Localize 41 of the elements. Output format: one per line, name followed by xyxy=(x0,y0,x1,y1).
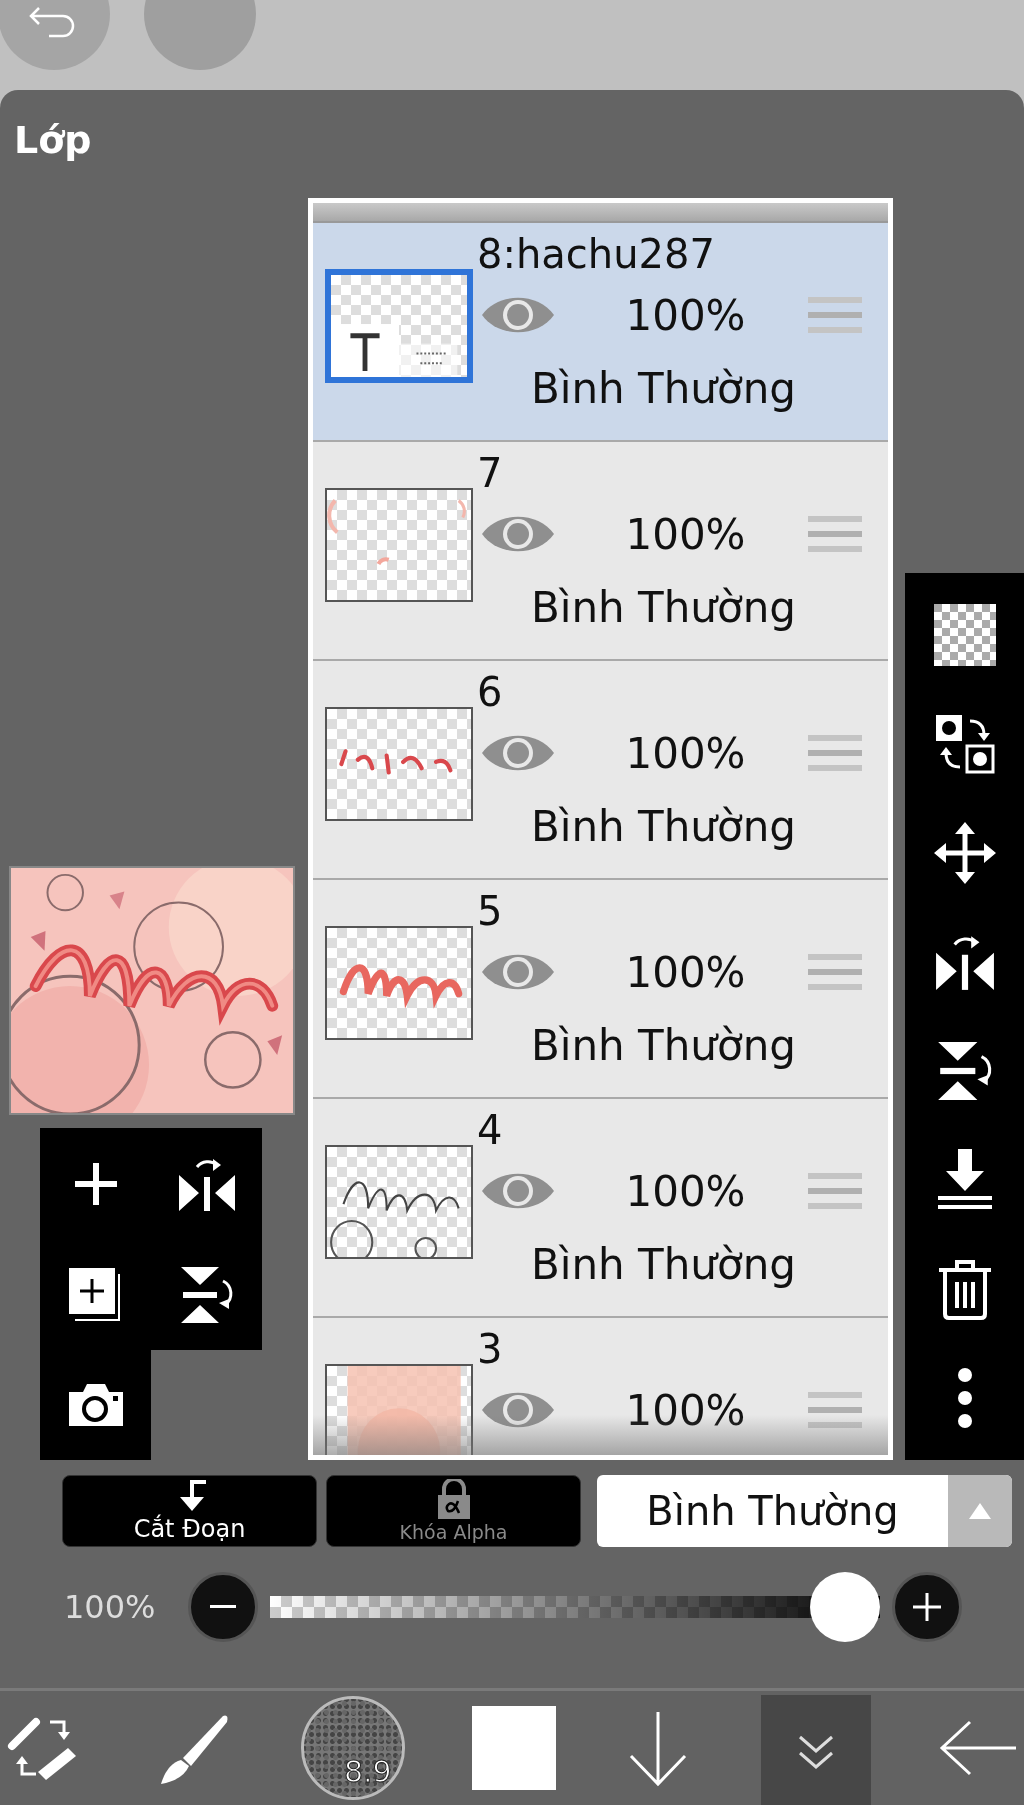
minus-icon xyxy=(210,1605,236,1609)
drag-handle-icon[interactable] xyxy=(808,1390,862,1430)
layer-opacity: 100% xyxy=(625,1166,746,1216)
drag-handle-icon[interactable] xyxy=(808,295,862,335)
layer-name: 8:hachu287 xyxy=(476,231,716,277)
layer-opacity: 100% xyxy=(625,290,746,340)
up-triangle-icon xyxy=(968,1501,992,1521)
layer-name: 4 xyxy=(476,1107,504,1153)
blend-mode-dropdown[interactable]: Bình Thường xyxy=(597,1475,1012,1547)
panel-title: Lớp xyxy=(14,118,92,162)
swap-layers-icon[interactable] xyxy=(933,713,996,776)
back-arrow-icon[interactable] xyxy=(937,1718,1018,1778)
clipping-button[interactable]: Cắt Đoạn xyxy=(62,1475,317,1547)
layer-blend-mode: Bình Thường xyxy=(531,363,796,413)
camera-button[interactable] xyxy=(40,1350,151,1460)
trash-icon[interactable] xyxy=(936,1257,993,1320)
layer-row[interactable]: 8:hachu287 100% Bình Thường xyxy=(313,223,888,442)
drag-handle-icon[interactable] xyxy=(808,733,862,773)
opacity-reading: 100% xyxy=(64,1588,157,1626)
layer-name: 6 xyxy=(476,669,504,715)
layer-blend-mode: Bình Thường xyxy=(531,801,796,851)
layer-opacity: 100% xyxy=(625,947,746,997)
drag-handle-icon[interactable] xyxy=(808,514,862,554)
move-icon[interactable] xyxy=(933,822,996,885)
collapse-button[interactable] xyxy=(760,1695,871,1805)
layer-name: 3 xyxy=(476,1326,504,1372)
layer-name: 5 xyxy=(476,888,504,934)
drag-handle-icon[interactable] xyxy=(808,1171,862,1211)
camera-icon xyxy=(66,1382,125,1428)
drag-handle-icon[interactable] xyxy=(808,952,862,992)
layer-blend-mode: Bình Thường xyxy=(531,1239,796,1289)
layer-opacity: 100% xyxy=(625,1385,746,1435)
plus-icon xyxy=(72,1160,119,1207)
plus-icon xyxy=(913,1593,941,1621)
layer-blend-mode: Bình Thường xyxy=(531,582,796,632)
transparent-fill-icon[interactable] xyxy=(933,604,996,667)
color-swatch[interactable] xyxy=(472,1706,556,1790)
layer-name: 7 xyxy=(476,450,504,496)
layer-blend-mode: Bình Thường xyxy=(531,1020,796,1070)
layer-opacity: 100% xyxy=(625,509,746,559)
layer-opacity: 100% xyxy=(625,728,746,778)
